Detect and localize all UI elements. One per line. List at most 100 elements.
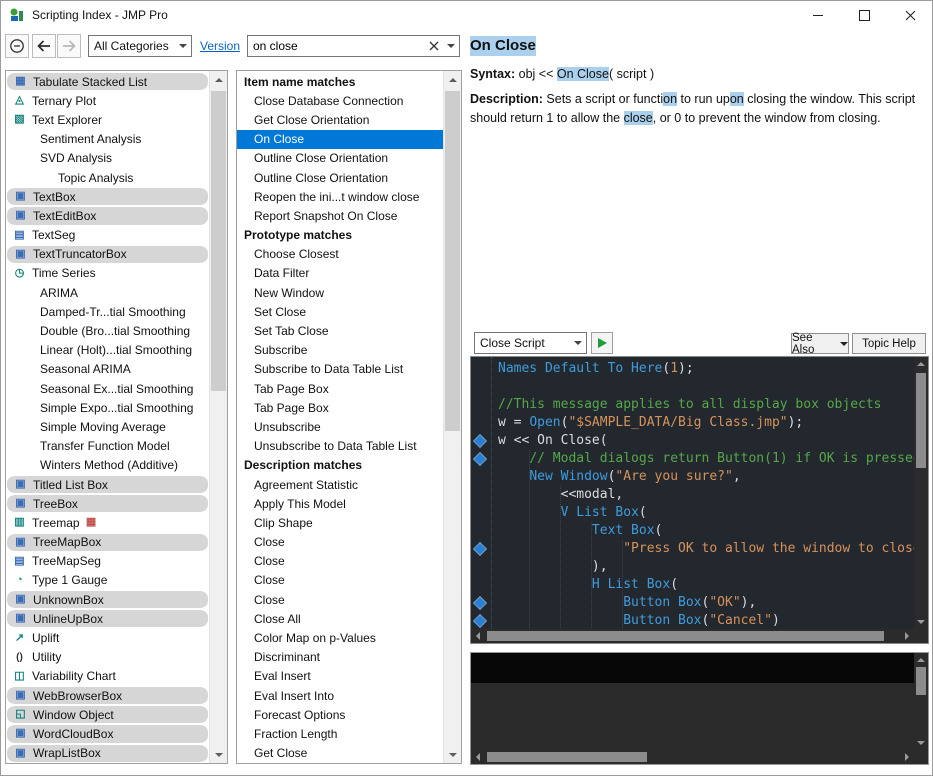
see-also-button[interactable]: See Also xyxy=(791,333,849,354)
breakpoint-gutter-cell[interactable] xyxy=(471,522,492,540)
match-item[interactable]: Apply This Model xyxy=(237,494,444,513)
category-item[interactable]: ▣WebBrowserBox xyxy=(7,686,208,705)
match-item[interactable]: Unsubscribe to Data Table List xyxy=(237,437,444,456)
scrollbar-thumb[interactable] xyxy=(487,631,884,641)
match-item[interactable]: Subscribe xyxy=(237,341,444,360)
category-item[interactable]: ◱Window Object xyxy=(7,705,208,724)
scroll-down-icon[interactable] xyxy=(914,736,928,750)
breakpoint-gutter-cell[interactable] xyxy=(471,378,492,396)
category-item[interactable]: ↗Uplift xyxy=(6,628,208,647)
category-item[interactable]: ◬Ternary Plot xyxy=(6,91,208,110)
match-item[interactable]: Close xyxy=(237,533,444,552)
match-item[interactable]: Tab Page Box xyxy=(237,398,444,417)
match-item[interactable]: Reopen the ini...t window close xyxy=(237,187,444,206)
match-item[interactable]: Outline Close Orientation xyxy=(237,168,444,187)
match-item[interactable]: Outline Close Orientation xyxy=(237,149,444,168)
search-box[interactable] xyxy=(247,35,460,57)
breakpoint-gutter-cell[interactable] xyxy=(471,576,492,594)
match-item[interactable]: Unsubscribe xyxy=(237,417,444,436)
match-item[interactable]: Close xyxy=(237,590,444,609)
match-item[interactable]: Close xyxy=(237,571,444,590)
category-item[interactable]: Topic Analysis xyxy=(6,168,208,187)
category-item[interactable]: Linear (Holt)...tial Smoothing xyxy=(6,341,208,360)
category-item[interactable]: Damped-Tr...tial Smoothing xyxy=(6,302,208,321)
match-item[interactable]: Color Map on p-Values xyxy=(237,628,444,647)
category-item[interactable]: ▣WordCloudBox xyxy=(7,724,208,743)
editor-horizontal-scrollbar[interactable] xyxy=(471,629,914,643)
breakpoint-gutter-cell[interactable] xyxy=(471,540,492,558)
category-item[interactable]: ▣TextTruncatorBox xyxy=(7,245,208,264)
forward-button[interactable] xyxy=(57,34,81,58)
match-item[interactable]: Clip Shape xyxy=(237,513,444,532)
category-item[interactable]: ()Utility xyxy=(6,648,208,667)
category-item[interactable]: ◫Variability Chart xyxy=(6,667,208,686)
category-item[interactable]: Sentiment Analysis xyxy=(6,130,208,149)
category-item[interactable]: Seasonal ARIMA xyxy=(6,360,208,379)
match-item[interactable]: Eval Insert xyxy=(237,667,444,686)
run-script-button[interactable] xyxy=(591,332,613,354)
search-input[interactable] xyxy=(248,38,425,54)
match-item[interactable]: Tab Page Box xyxy=(237,379,444,398)
category-item[interactable]: ▣TreeBox xyxy=(7,494,208,513)
category-item[interactable]: Simple Expo...tial Smoothing xyxy=(6,398,208,417)
breakpoint-gutter-cell[interactable] xyxy=(471,450,492,468)
close-button[interactable] xyxy=(887,0,933,30)
category-item[interactable]: SVD Analysis xyxy=(6,149,208,168)
scroll-right-icon[interactable] xyxy=(900,750,914,764)
category-item[interactable]: ▤TextSeg xyxy=(6,226,208,245)
log-horizontal-scrollbar[interactable] xyxy=(471,750,914,764)
match-item[interactable]: Set Close xyxy=(237,302,444,321)
category-item[interactable]: Seasonal Ex...tial Smoothing xyxy=(6,379,208,398)
minimize-button[interactable] xyxy=(795,0,841,30)
match-item[interactable]: Report Snapshot On Close xyxy=(237,206,444,225)
category-scrollbar[interactable] xyxy=(209,71,227,763)
match-item[interactable]: Eval Insert Into xyxy=(237,686,444,705)
match-item[interactable]: Close All xyxy=(237,609,444,628)
category-item[interactable]: ◔Type 1 Gauge xyxy=(6,571,208,590)
category-item[interactable]: ▣TextBox xyxy=(7,187,208,206)
scroll-up-icon[interactable] xyxy=(444,71,461,88)
match-item[interactable]: Agreement Statistic xyxy=(237,475,444,494)
maximize-button[interactable] xyxy=(841,0,887,30)
scroll-down-icon[interactable] xyxy=(444,746,461,763)
breakpoint-gutter-cell[interactable] xyxy=(471,468,492,486)
category-item[interactable]: ▤TreeMapSeg xyxy=(6,552,208,571)
category-item[interactable]: ▣WrapListBox xyxy=(7,744,208,762)
category-list[interactable]: ▦Tabulate Stacked List◬Ternary Plot▧Text… xyxy=(6,72,210,762)
match-item[interactable]: On Close xyxy=(237,130,444,149)
scrollbar-thumb[interactable] xyxy=(916,667,926,695)
scrollbar-thumb[interactable] xyxy=(211,91,226,391)
breakpoint-gutter-cell[interactable] xyxy=(471,558,492,576)
category-filter-dropdown[interactable]: All Categories xyxy=(88,35,192,57)
scroll-up-icon[interactable] xyxy=(914,653,928,667)
scrollbar-thumb[interactable] xyxy=(445,91,460,431)
log-panel[interactable] xyxy=(470,652,929,765)
script-selector-dropdown[interactable]: Close Script xyxy=(474,332,587,354)
scrollbar-thumb[interactable] xyxy=(916,373,926,468)
breakpoint-gutter-cell[interactable] xyxy=(471,594,492,612)
category-item[interactable]: Simple Moving Average xyxy=(6,417,208,436)
code-area[interactable]: Names Default To Here(1);//This message … xyxy=(471,357,914,629)
match-item[interactable]: Data Filter xyxy=(237,264,444,283)
category-item[interactable]: ◷Time Series xyxy=(6,264,208,283)
breakpoint-gutter-cell[interactable] xyxy=(471,486,492,504)
collapse-button[interactable] xyxy=(5,34,29,58)
match-item[interactable]: Choose Closest xyxy=(237,245,444,264)
breakpoint-gutter-cell[interactable] xyxy=(471,360,492,378)
log-vertical-scrollbar[interactable] xyxy=(914,653,928,750)
breakpoint-gutter-cell[interactable] xyxy=(471,432,492,450)
scroll-up-icon[interactable] xyxy=(210,71,227,88)
topic-help-button[interactable]: Topic Help xyxy=(852,333,926,354)
breakpoint-gutter-cell[interactable] xyxy=(471,396,492,414)
category-item[interactable]: ▣UnknownBox xyxy=(7,590,208,609)
category-item[interactable]: Double (Bro...tial Smoothing xyxy=(6,321,208,340)
scroll-down-icon[interactable] xyxy=(210,746,227,763)
breakpoint-gutter-cell[interactable] xyxy=(471,612,492,629)
matches-scrollbar[interactable] xyxy=(443,71,461,763)
breakpoint-gutter-cell[interactable] xyxy=(471,414,492,432)
clear-search-button[interactable] xyxy=(425,41,443,51)
category-item[interactable]: ▣UnlineUpBox xyxy=(7,609,208,628)
match-item[interactable]: New Window xyxy=(237,283,444,302)
category-item[interactable]: Transfer Function Model xyxy=(6,437,208,456)
match-item[interactable]: Discriminant xyxy=(237,648,444,667)
